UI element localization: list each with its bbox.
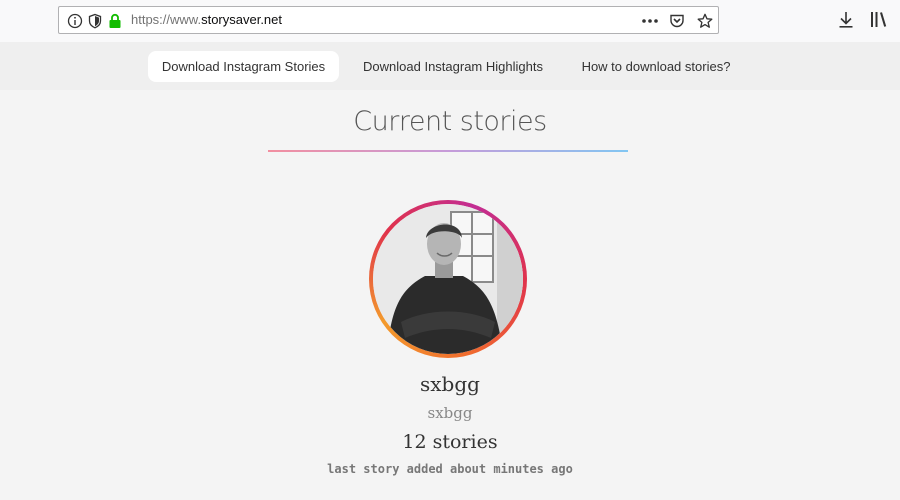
profile-username: sxbgg: [420, 372, 480, 396]
library-icon[interactable]: [870, 11, 888, 28]
tab-download-stories[interactable]: Download Instagram Stories: [148, 51, 339, 82]
pocket-icon[interactable]: [669, 13, 685, 29]
url-text[interactable]: https://www.storysaver.net: [131, 12, 282, 27]
more-icon[interactable]: [641, 14, 659, 28]
browser-toolbar: https://www.storysaver.net: [0, 0, 900, 43]
profile-subname: sxbgg: [427, 404, 473, 422]
url-scheme: https://www.: [131, 12, 202, 27]
address-bar[interactable]: https://www.storysaver.net: [58, 6, 719, 34]
download-icon[interactable]: [838, 11, 854, 29]
site-nav: Download Instagram Stories Download Inst…: [0, 42, 900, 90]
page-title: Current stories: [353, 106, 547, 137]
stories-count: 12 stories: [402, 431, 498, 453]
avatar-photo: [373, 204, 523, 354]
info-icon[interactable]: [67, 13, 83, 29]
tab-download-highlights[interactable]: Download Instagram Highlights: [356, 51, 550, 82]
avatar[interactable]: [369, 200, 527, 358]
lock-icon[interactable]: [107, 13, 123, 29]
profile-photo-image: [373, 204, 523, 354]
tracking-shield-icon[interactable]: [87, 13, 103, 29]
tab-how-to-download[interactable]: How to download stories?: [572, 51, 740, 82]
last-story-added: last story added about minutes ago: [327, 462, 573, 476]
bookmark-star-icon[interactable]: [697, 13, 713, 29]
url-host: storysaver.net: [201, 12, 283, 27]
title-underline: [268, 150, 628, 152]
